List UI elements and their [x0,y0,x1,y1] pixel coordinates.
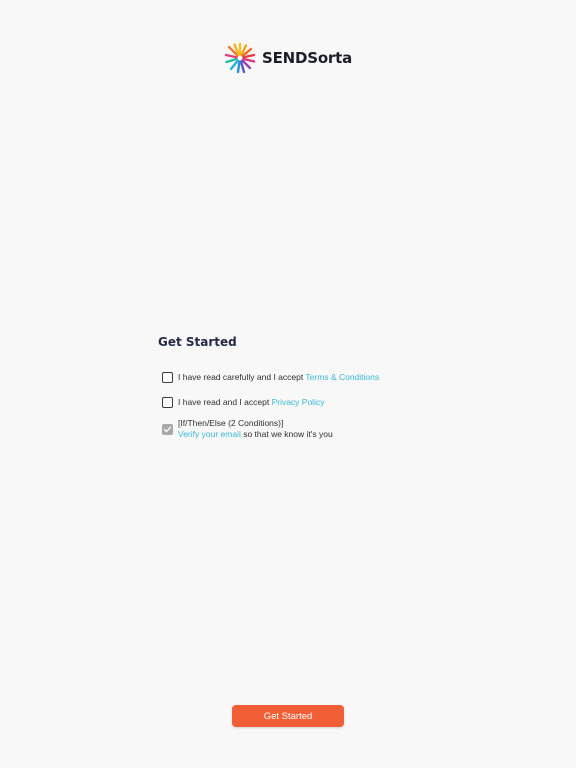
terms-label-text: I have read carefully and I accept [178,372,306,382]
verify-email-checkbox[interactable] [162,424,173,435]
verify-email-link[interactable]: Verify your email [178,429,241,439]
terms-checkbox[interactable] [162,372,173,383]
page-title: Get Started [158,335,237,349]
privacy-label: I have read and I accept Privacy Policy [178,397,324,408]
verify-email-row[interactable]: [If/Then/Else (2 Conditions)] Verify you… [162,418,333,440]
privacy-link[interactable]: Privacy Policy [272,397,325,407]
privacy-checkbox[interactable] [162,397,173,408]
privacy-label-text: I have read and I accept [178,397,272,407]
privacy-consent-row[interactable]: I have read and I accept Privacy Policy [162,397,324,408]
terms-label: I have read carefully and I accept Terms… [178,372,379,383]
condition-placeholder-text: [If/Then/Else (2 Conditions)] [178,418,284,428]
app-header: SENDSorta [0,42,576,74]
get-started-button[interactable]: Get Started [232,705,344,727]
terms-link[interactable]: Terms & Conditions [305,372,379,382]
sendsorta-burst-logo-icon [224,42,256,74]
get-started-panel: Get Started I have read carefully and I … [158,335,458,439]
checkmark-icon [163,426,172,433]
verify-email-suffix: so that we know it's you [240,429,333,439]
verify-email-label: [If/Then/Else (2 Conditions)] Verify you… [178,418,333,440]
terms-consent-row[interactable]: I have read carefully and I accept Terms… [162,372,379,383]
brand-name: SENDSorta [261,49,353,67]
